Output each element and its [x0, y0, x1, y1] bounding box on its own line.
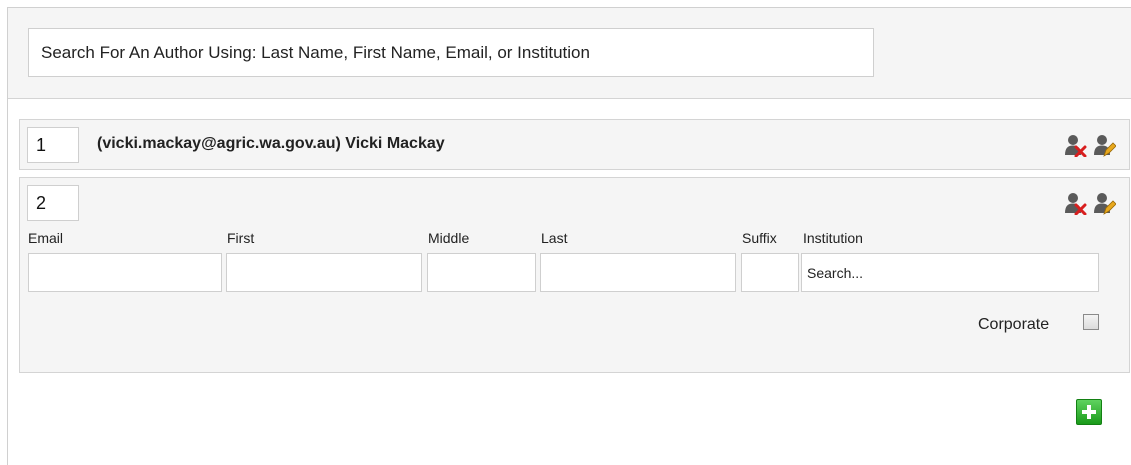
institution-search-input[interactable] — [801, 253, 1099, 292]
author-search-bar — [8, 8, 1131, 99]
corporate-label: Corporate — [978, 316, 1050, 333]
first-name-field[interactable] — [226, 253, 422, 292]
first-name-label: First — [227, 230, 255, 246]
suffix-label: Suffix — [742, 230, 777, 246]
corporate-checkbox[interactable] — [1083, 314, 1099, 330]
add-author-icon[interactable] — [1076, 399, 1102, 425]
middle-name-label: Middle — [428, 230, 470, 246]
institution-label: Institution — [803, 230, 863, 246]
suffix-field[interactable] — [741, 253, 799, 292]
author-row: Email First Middle Last Suffix Instituti… — [19, 177, 1130, 373]
last-name-label: Last — [541, 230, 568, 246]
edit-author-icon[interactable] — [1092, 133, 1116, 157]
middle-name-field[interactable] — [427, 253, 536, 292]
remove-author-icon[interactable] — [1063, 191, 1087, 215]
author-order-input[interactable] — [27, 185, 79, 221]
author-editor: (vicki.mackay@agric.wa.gov.au) Vicki Mac… — [7, 7, 1131, 465]
email-field[interactable] — [28, 253, 222, 292]
remove-author-icon[interactable] — [1063, 133, 1087, 157]
author-order-input[interactable] — [27, 127, 79, 163]
author-display-name: (vicki.mackay@agric.wa.gov.au) Vicki Mac… — [97, 135, 445, 152]
author-search-input[interactable] — [28, 28, 874, 77]
last-name-field[interactable] — [540, 253, 736, 292]
email-label: Email — [28, 230, 64, 246]
author-row: (vicki.mackay@agric.wa.gov.au) Vicki Mac… — [19, 119, 1130, 170]
edit-author-icon[interactable] — [1092, 191, 1116, 215]
